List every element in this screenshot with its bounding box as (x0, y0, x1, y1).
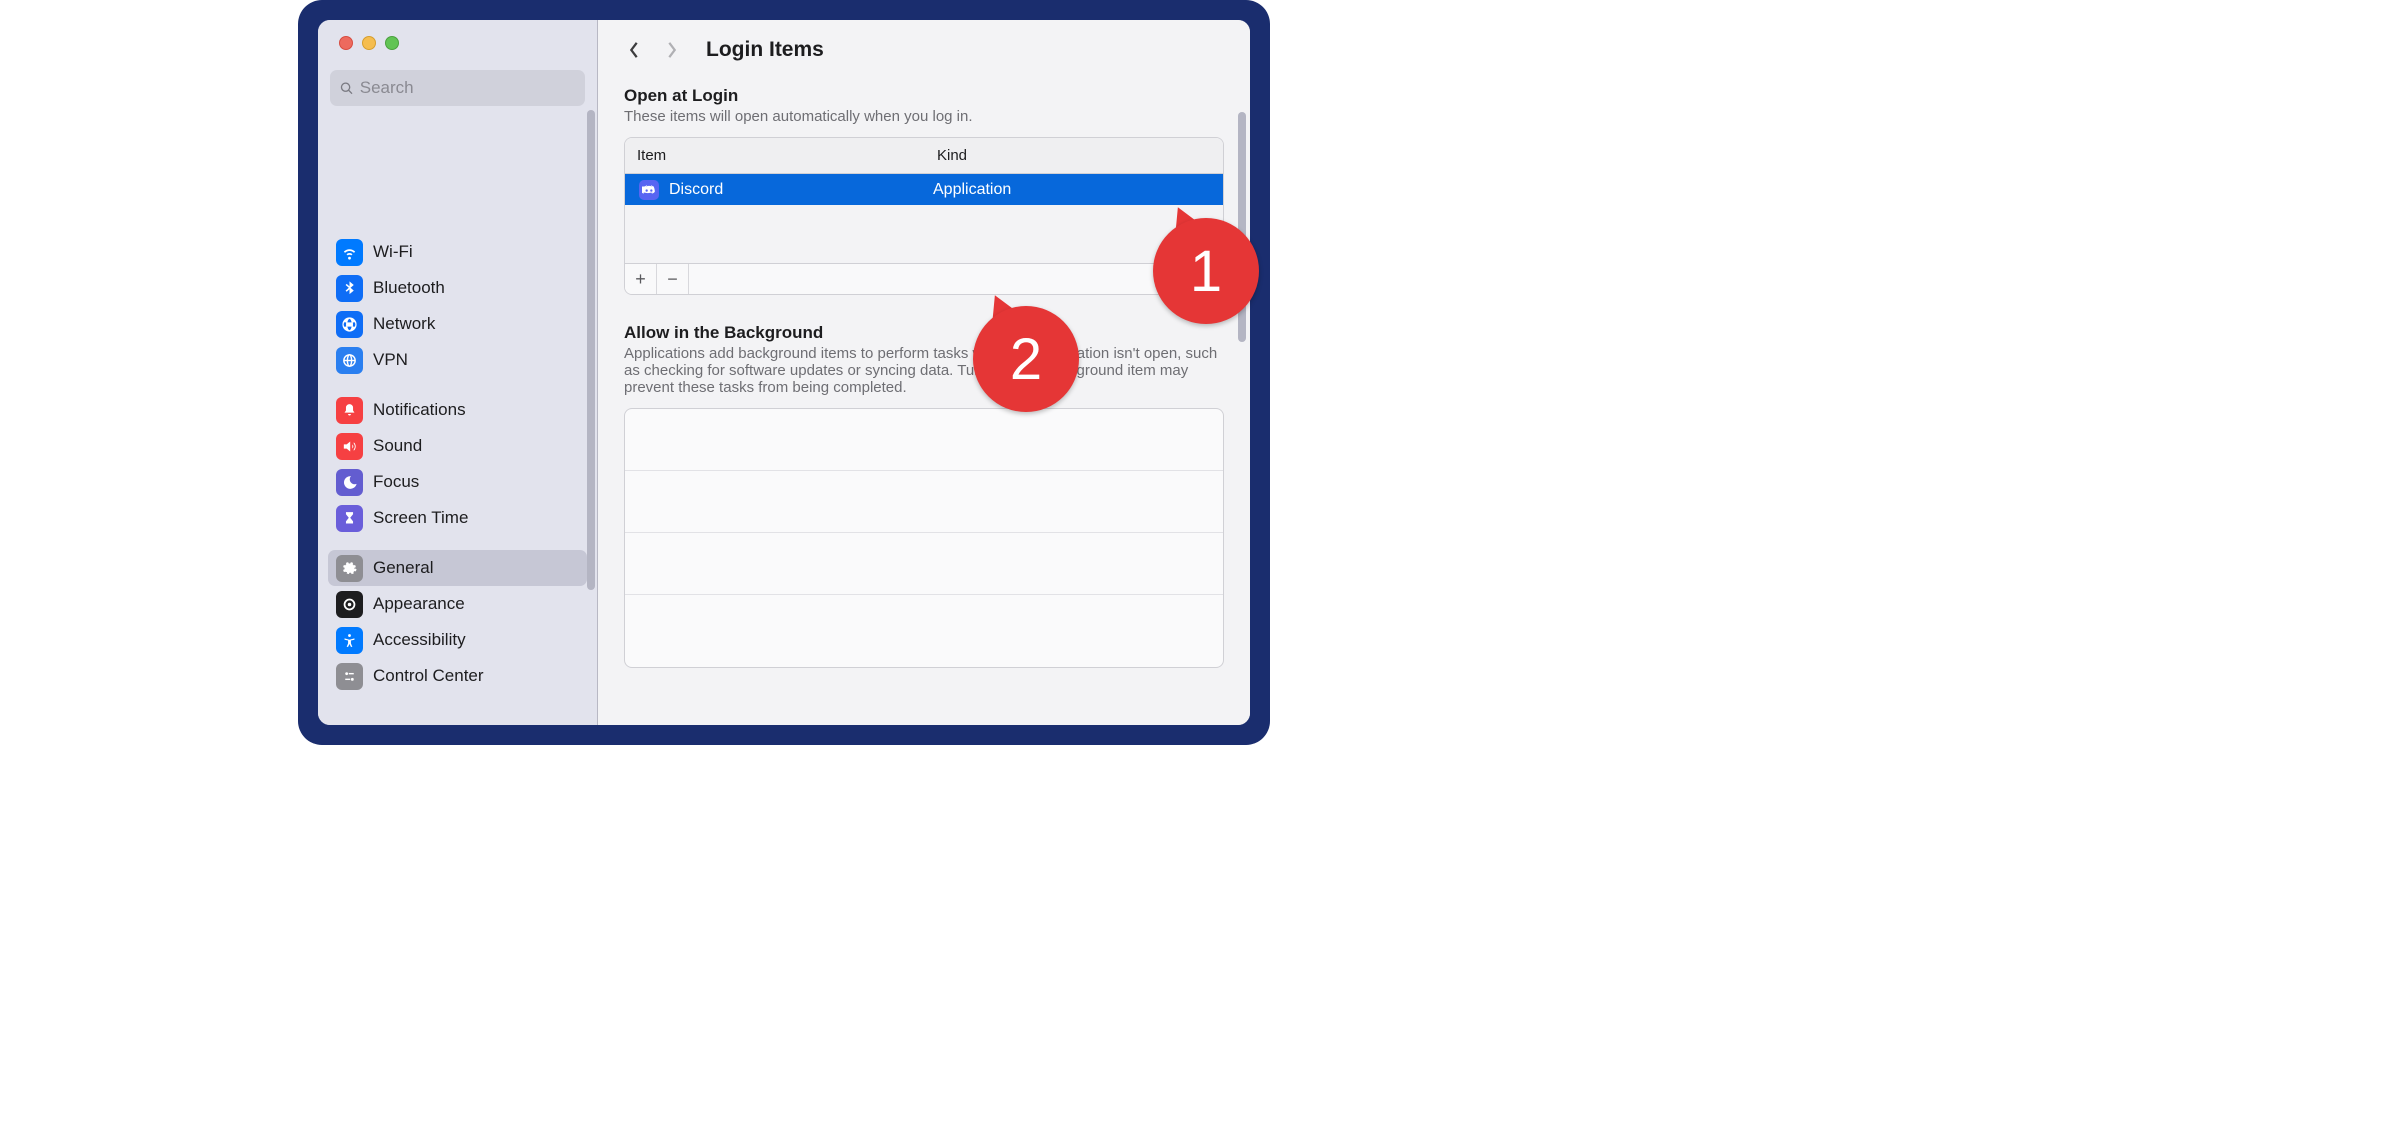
sidebar-item-general[interactable]: General (328, 550, 587, 586)
table-header: Item Kind (625, 138, 1223, 174)
sidebar-item-label: Screen Time (373, 508, 468, 528)
background-item-row[interactable] (625, 409, 1223, 471)
search-icon (340, 81, 354, 96)
allow-background-title: Allow in the Background (624, 323, 1224, 343)
sidebar-item-control-center[interactable]: Control Center (328, 658, 587, 694)
sidebar-item-screen-time[interactable]: Screen Time (328, 500, 587, 536)
zoom-window-button[interactable] (385, 36, 399, 50)
sidebar-item-label: Notifications (373, 400, 466, 420)
sidebar-scrollbar[interactable] (587, 110, 595, 590)
close-window-button[interactable] (339, 36, 353, 50)
sidebar-item-bluetooth[interactable]: Bluetooth (328, 270, 587, 306)
system-settings-window: Wi-Fi Bluetooth Network VPN (318, 20, 1250, 725)
sidebar-item-network[interactable]: Network (328, 306, 587, 342)
background-item-row[interactable] (625, 533, 1223, 595)
sidebar-item-focus[interactable]: Focus (328, 464, 587, 500)
sidebar-item-label: Control Center (373, 666, 484, 686)
sidebar-item-label: Bluetooth (373, 278, 445, 298)
vpn-icon (336, 347, 363, 374)
annotated-screenshot-frame: Wi-Fi Bluetooth Network VPN (298, 0, 1270, 745)
wifi-icon (336, 239, 363, 266)
content-body: Open at Login These items will open auto… (598, 74, 1250, 725)
sidebar-item-label: Accessibility (373, 630, 466, 650)
open-at-login-description: These items will open automatically when… (624, 108, 1224, 125)
chevron-left-icon (627, 41, 641, 59)
window-controls (318, 36, 597, 70)
content-scrollbar[interactable] (1238, 112, 1246, 342)
sidebar-item-label: Focus (373, 472, 419, 492)
background-item-row[interactable] (625, 595, 1223, 657)
open-at-login-title: Open at Login (624, 86, 1224, 106)
background-item-row[interactable] (625, 471, 1223, 533)
moon-icon (336, 469, 363, 496)
discord-icon (639, 180, 659, 200)
sidebar-item-notifications[interactable]: Notifications (328, 392, 587, 428)
table-empty-area[interactable] (625, 205, 1223, 263)
sidebar-item-label: Wi-Fi (373, 242, 413, 262)
add-item-button[interactable]: + (625, 264, 657, 294)
remove-item-button[interactable]: − (657, 264, 689, 294)
sidebar-item-label: Sound (373, 436, 422, 456)
appearance-icon (336, 591, 363, 618)
sidebar-item-accessibility[interactable]: Accessibility (328, 622, 587, 658)
row-name: Discord (669, 181, 933, 199)
minimize-window-button[interactable] (362, 36, 376, 50)
sidebar-spacer (318, 114, 597, 234)
content-pane: Login Items Open at Login These items wi… (598, 20, 1250, 725)
table-row[interactable]: Discord Application (625, 174, 1223, 205)
sidebar-item-appearance[interactable]: Appearance (328, 586, 587, 622)
page-title: Login Items (706, 38, 824, 62)
nav-forward-button[interactable] (660, 38, 684, 62)
sidebar-group-network: Wi-Fi Bluetooth Network VPN (328, 234, 587, 378)
table-footer: + − (625, 263, 1223, 294)
column-item-header[interactable]: Item (625, 147, 933, 164)
sidebar: Wi-Fi Bluetooth Network VPN (318, 20, 598, 725)
accessibility-icon (336, 627, 363, 654)
sidebar-item-vpn[interactable]: VPN (328, 342, 587, 378)
column-kind-header[interactable]: Kind (933, 147, 1223, 164)
bell-icon (336, 397, 363, 424)
sidebar-group-general: General Appearance Accessibility Control… (328, 550, 587, 694)
sidebar-item-label: General (373, 558, 433, 578)
content-header: Login Items (598, 20, 1250, 74)
row-kind: Application (933, 181, 1223, 199)
search-box[interactable] (330, 70, 585, 106)
sidebar-item-wifi[interactable]: Wi-Fi (328, 234, 587, 270)
search-input[interactable] (360, 78, 575, 98)
chevron-right-icon (665, 41, 679, 59)
globe-icon (336, 311, 363, 338)
control-center-icon (336, 663, 363, 690)
hourglass-icon (336, 505, 363, 532)
sidebar-group-notifications: Notifications Sound Focus Screen Time (328, 392, 587, 536)
sidebar-item-label: VPN (373, 350, 408, 370)
sidebar-list: Wi-Fi Bluetooth Network VPN (318, 234, 597, 708)
nav-back-button[interactable] (622, 38, 646, 62)
gear-icon (336, 555, 363, 582)
sidebar-item-sound[interactable]: Sound (328, 428, 587, 464)
speaker-icon (336, 433, 363, 460)
sidebar-item-label: Network (373, 314, 435, 334)
login-items-table: Item Kind Discord Application + − (624, 137, 1224, 295)
sidebar-item-label: Appearance (373, 594, 465, 614)
bluetooth-icon (336, 275, 363, 302)
background-items-box (624, 408, 1224, 668)
allow-background-description: Applications add background items to per… (624, 345, 1224, 396)
